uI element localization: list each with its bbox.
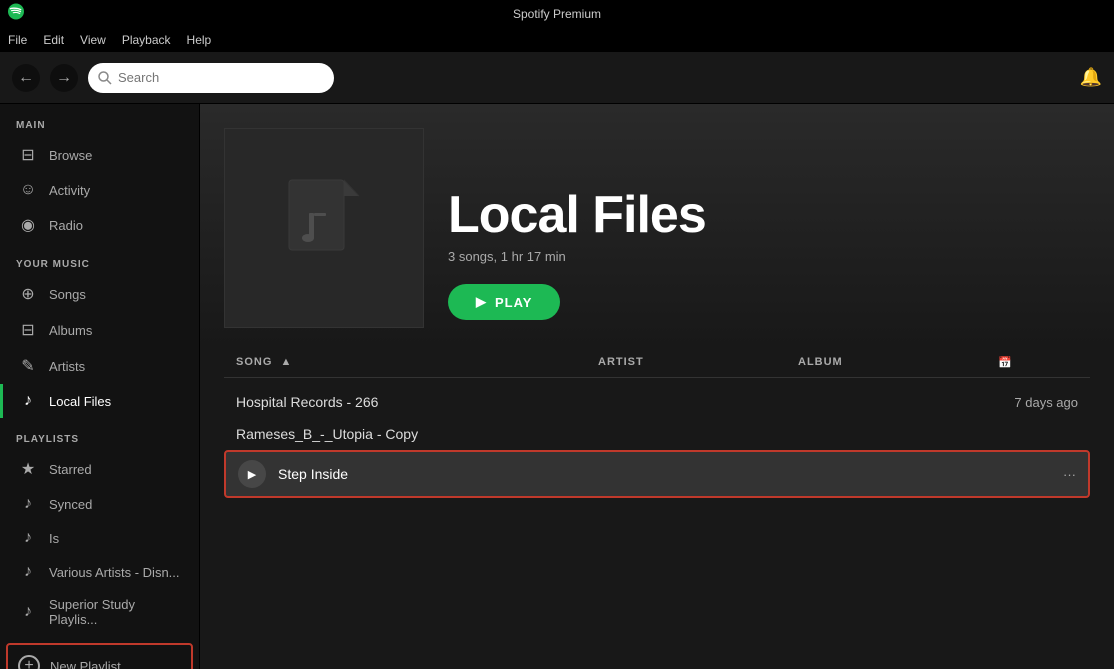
spotify-logo <box>8 4 24 25</box>
sort-icon: ▲ <box>280 356 292 368</box>
sidebar-radio-label: Radio <box>49 218 83 233</box>
menu-file[interactable]: File <box>8 33 27 47</box>
notification-icon[interactable]: 🔔 <box>1080 67 1102 88</box>
content-area: Local Files 3 songs, 1 hr 17 min ▶ PLAY … <box>200 104 1114 669</box>
table-row[interactable]: Hospital Records - 266 7 days ago <box>224 386 1090 418</box>
sidebar-item-artists[interactable]: ✎ Artists <box>0 348 199 384</box>
radio-icon: ◉ <box>19 215 37 235</box>
sidebar-item-starred[interactable]: ★ Starred <box>0 451 199 487</box>
is-icon: ♪ <box>19 529 37 547</box>
menu-edit[interactable]: Edit <box>43 33 64 47</box>
sidebar-main-label: MAIN <box>0 104 199 137</box>
track-date: 7 days ago <box>998 395 1078 410</box>
column-song: SONG ▲ <box>236 356 598 369</box>
albums-icon: ⊟ <box>19 320 37 340</box>
browse-icon: ⊟ <box>19 145 37 165</box>
music-file-icon <box>284 178 364 278</box>
search-input[interactable] <box>118 70 324 85</box>
new-playlist-button[interactable]: + New Playlist <box>8 645 191 669</box>
synced-icon: ♪ <box>19 495 37 513</box>
column-date: 📅 <box>998 356 1078 369</box>
play-row-icon: ▶ <box>238 460 266 488</box>
back-button[interactable]: ← <box>12 64 40 92</box>
search-icon <box>98 71 112 85</box>
sidebar-item-browse[interactable]: ⊟ Browse <box>0 137 199 173</box>
sidebar-artists-label: Artists <box>49 359 85 374</box>
sidebar-your-music-label: YOUR MUSIC <box>0 243 199 276</box>
table-row[interactable]: Rameses_B_-_Utopia - Copy <box>224 418 1090 450</box>
title-bar-text: Spotify Premium <box>513 7 601 21</box>
sidebar-playlists-label: PLAYLISTS <box>0 418 199 451</box>
track-list-header: SONG ▲ ARTIST ALBUM 📅 <box>224 348 1090 378</box>
hero-artwork <box>224 128 424 328</box>
track-list: SONG ▲ ARTIST ALBUM 📅 Hospital Records -… <box>200 348 1114 669</box>
sidebar-item-is[interactable]: ♪ Is <box>0 521 199 555</box>
sidebar-synced-label: Synced <box>49 497 92 512</box>
various-artists-icon: ♪ <box>19 563 37 581</box>
hero-title: Local Files <box>448 189 706 241</box>
sidebar-various-label: Various Artists - Disn... <box>49 565 180 580</box>
sidebar-item-local-files[interactable]: ♪ Local Files <box>0 384 199 418</box>
table-row[interactable]: ▶ Step Inside ··· <box>224 450 1090 498</box>
sidebar-songs-label: Songs <box>49 287 86 302</box>
sidebar-item-albums[interactable]: ⊟ Albums <box>0 312 199 348</box>
play-triangle-icon: ▶ <box>476 294 487 310</box>
more-options-icon: ··· <box>1063 467 1076 482</box>
hero-meta: 3 songs, 1 hr 17 min <box>448 249 706 264</box>
top-bar: ← → 🔔 <box>0 52 1114 104</box>
menu-bar: File Edit View Playback Help <box>0 28 1114 52</box>
sidebar-browse-label: Browse <box>49 148 92 163</box>
track-name: Hospital Records - 266 <box>236 394 598 410</box>
track-title: Step Inside <box>278 466 348 482</box>
menu-view[interactable]: View <box>80 33 106 47</box>
sidebar-item-radio[interactable]: ◉ Radio <box>0 207 199 243</box>
track-title: Rameses_B_-_Utopia - Copy <box>236 426 418 442</box>
hero-info: Local Files 3 songs, 1 hr 17 min ▶ PLAY <box>448 189 706 328</box>
sidebar-superior-label: Superior Study Playlis... <box>49 597 183 627</box>
menu-help[interactable]: Help <box>187 33 212 47</box>
forward-button[interactable]: → <box>50 64 78 92</box>
sidebar-albums-label: Albums <box>49 323 92 338</box>
sidebar-item-synced[interactable]: ♪ Synced <box>0 487 199 521</box>
activity-icon: ☺ <box>19 181 37 199</box>
artists-icon: ✎ <box>19 356 37 376</box>
new-playlist-label: New Playlist <box>50 659 121 669</box>
track-name: Rameses_B_-_Utopia - Copy <box>236 426 598 442</box>
sidebar-item-activity[interactable]: ☺ Activity <box>0 173 199 207</box>
title-bar: Spotify Premium <box>0 0 1114 28</box>
sidebar-item-songs[interactable]: ⊕ Songs <box>0 276 199 312</box>
sidebar-is-label: Is <box>49 531 59 546</box>
songs-icon: ⊕ <box>19 284 37 304</box>
sidebar-item-various-artists[interactable]: ♪ Various Artists - Disn... <box>0 555 199 589</box>
sidebar: MAIN ⊟ Browse ☺ Activity ◉ Radio YOUR MU… <box>0 104 200 669</box>
sidebar-starred-label: Starred <box>49 462 92 477</box>
column-artist: ARTIST <box>598 356 798 369</box>
play-button-label: PLAY <box>495 295 532 310</box>
superior-study-icon: ♪ <box>19 603 37 621</box>
new-playlist-plus-icon: + <box>18 655 40 669</box>
track-name: ▶ Step Inside <box>238 460 596 488</box>
search-bar <box>88 63 334 93</box>
sidebar-activity-label: Activity <box>49 183 90 198</box>
sidebar-item-superior-study[interactable]: ♪ Superior Study Playlis... <box>0 589 199 635</box>
track-dots-menu[interactable]: ··· <box>996 467 1076 482</box>
column-album: ALBUM <box>798 356 998 369</box>
starred-icon: ★ <box>19 459 37 479</box>
track-title: Hospital Records - 266 <box>236 394 378 410</box>
menu-playback[interactable]: Playback <box>122 33 171 47</box>
sidebar-local-files-label: Local Files <box>49 394 111 409</box>
hero-section: Local Files 3 songs, 1 hr 17 min ▶ PLAY <box>200 104 1114 348</box>
play-button[interactable]: ▶ PLAY <box>448 284 560 320</box>
local-files-icon: ♪ <box>19 392 37 410</box>
main-layout: MAIN ⊟ Browse ☺ Activity ◉ Radio YOUR MU… <box>0 104 1114 669</box>
